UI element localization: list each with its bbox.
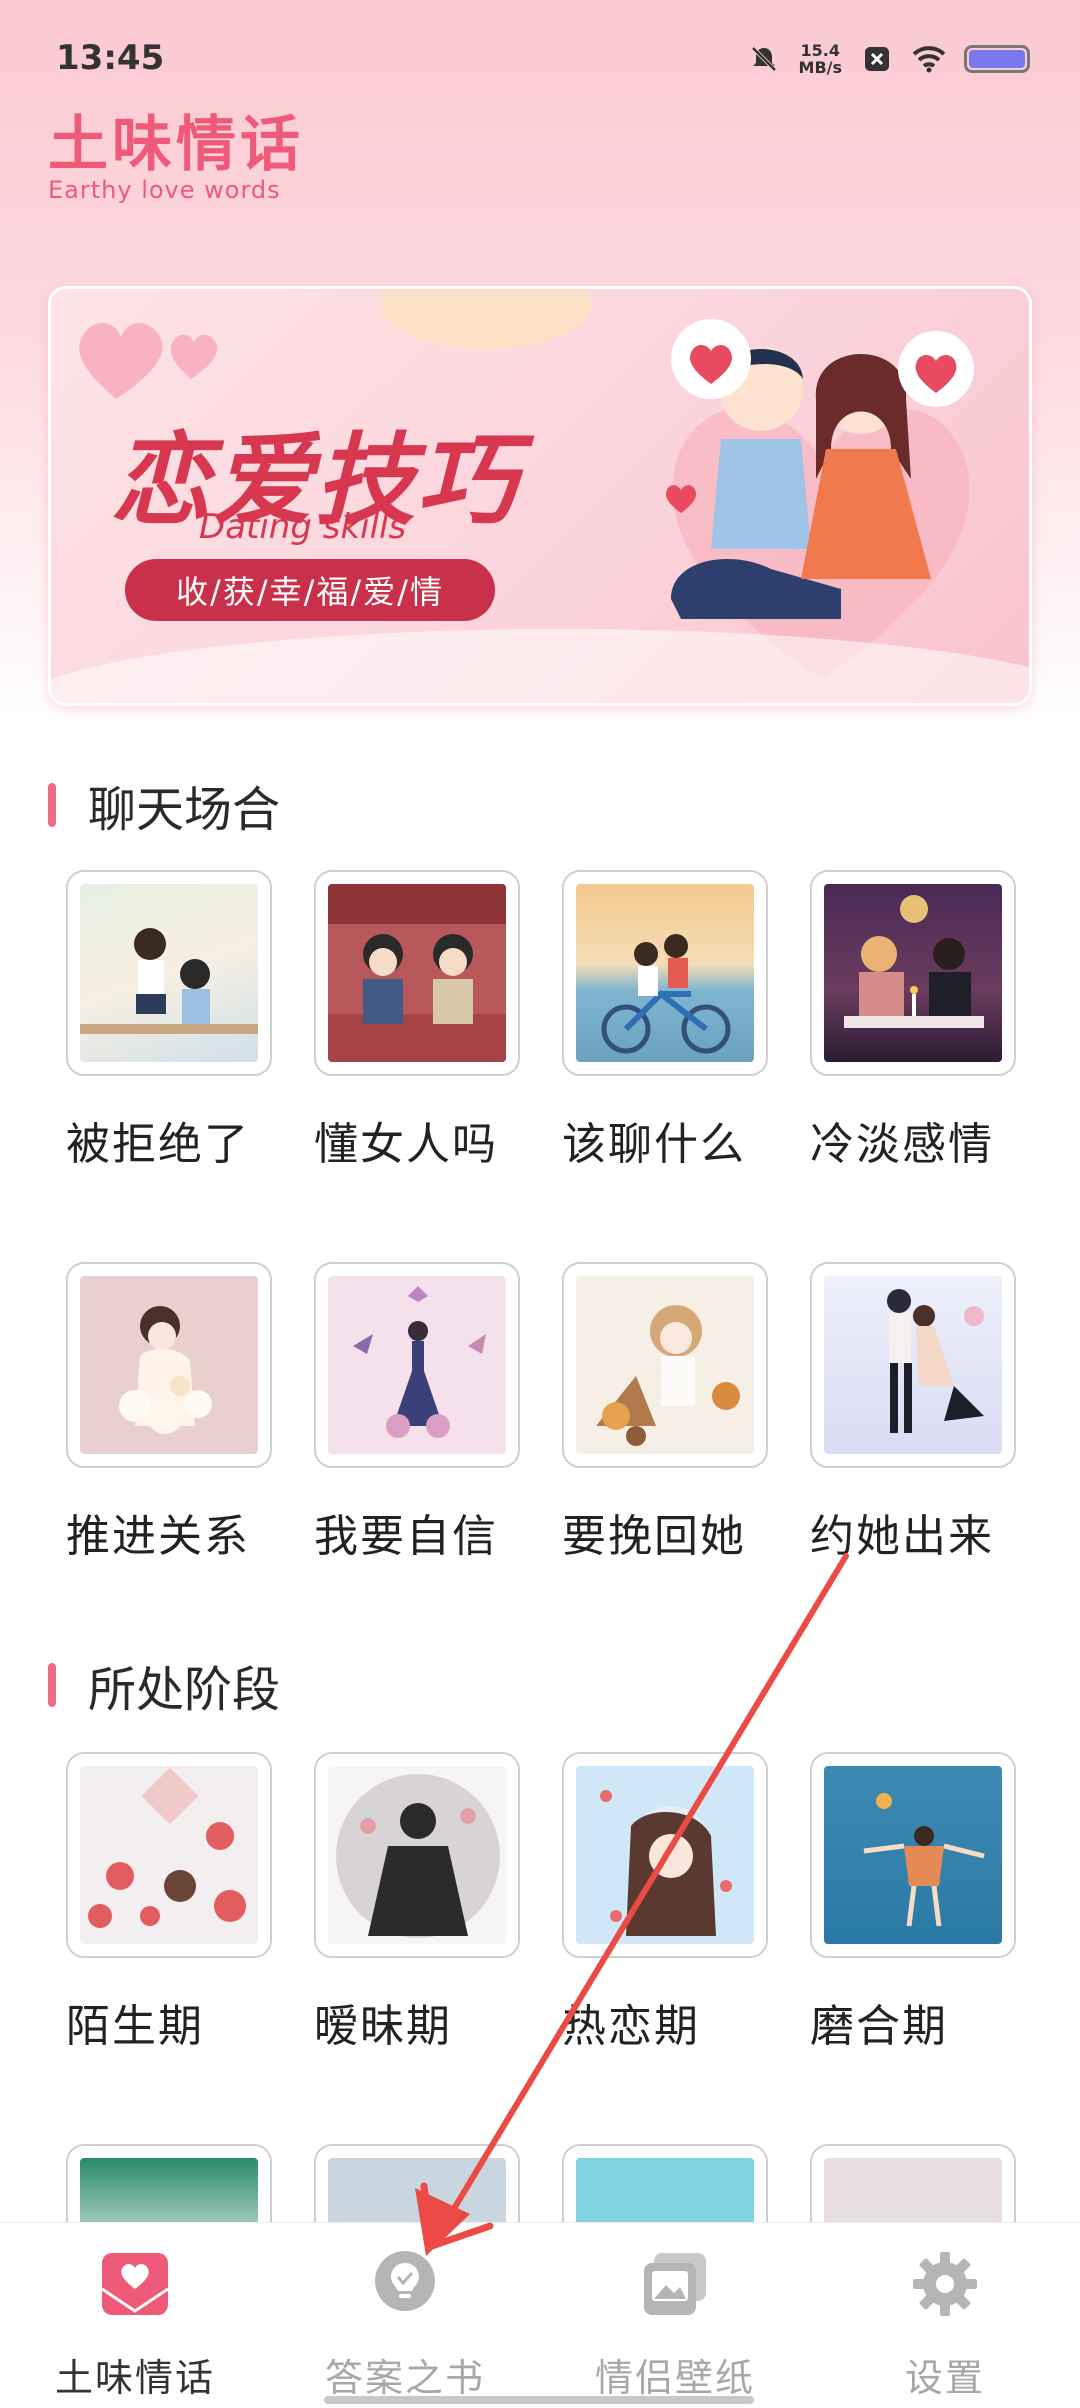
dress-girl-image bbox=[353, 1286, 486, 1438]
thumbnail-image bbox=[576, 1766, 754, 1944]
home-indicator[interactable] bbox=[324, 2396, 754, 2404]
thumbnail-image bbox=[80, 1766, 258, 1944]
promo-banner[interactable]: 恋爱技巧 Dating skills 收/获/幸/福/爱/情 bbox=[48, 286, 1032, 706]
thumbnail-image bbox=[80, 884, 258, 1062]
section-title-chat: 聊天场合 bbox=[48, 770, 280, 840]
flower-girl-image bbox=[119, 1306, 212, 1434]
status-bar: 13:45 15.4 MB/s bbox=[0, 0, 1080, 110]
battery-icon bbox=[964, 45, 1030, 73]
section-title-text: 所处阶段 bbox=[88, 1662, 281, 1718]
nav-item-love-words[interactable]: 土味情话 bbox=[0, 2223, 270, 2408]
thumbnail-frame bbox=[562, 1752, 768, 1958]
thumbnail-image bbox=[80, 1276, 258, 1454]
circle-girl-image bbox=[336, 1774, 500, 1938]
heart-envelope-icon bbox=[101, 2253, 169, 2315]
battery-level bbox=[969, 50, 1025, 68]
couple-classroom-image bbox=[80, 928, 258, 1034]
nav-label: 情侣壁纸 bbox=[594, 2356, 755, 2400]
wifi-icon bbox=[912, 42, 946, 76]
banner-subtitle: Dating skills bbox=[199, 507, 407, 547]
grid-item-confidence[interactable]: 我要自信 bbox=[314, 1262, 520, 1564]
item-label: 陌生期 bbox=[66, 2001, 204, 2052]
banner-sun-decoration bbox=[381, 289, 591, 349]
item-label: 我要自信 bbox=[314, 1511, 498, 1562]
bottom-nav: 土味情话 答案之书 情侣壁纸 设置 bbox=[0, 2222, 1080, 2408]
thumbnail-frame bbox=[66, 1752, 272, 1958]
heart-decoration-icon bbox=[79, 323, 218, 399]
grid-item-ambiguous-stage[interactable]: 暧昧期 bbox=[314, 1752, 520, 2054]
net-speed: 15.4 MB/s bbox=[799, 42, 842, 76]
item-label: 懂女人吗 bbox=[314, 1119, 498, 1170]
petal-girl-image bbox=[600, 1790, 732, 1936]
section-title-text: 聊天场合 bbox=[88, 782, 281, 838]
grid-item-what-to-chat[interactable]: 该聊什么 bbox=[562, 870, 768, 1172]
thumbnail-image bbox=[328, 884, 506, 1062]
thumbnail-frame bbox=[810, 870, 1016, 1076]
gallery-icon bbox=[644, 2253, 706, 2315]
item-label: 暧昧期 bbox=[314, 2001, 452, 2052]
autumn-girl-image bbox=[596, 1305, 740, 1446]
thumbnail-frame bbox=[562, 1262, 768, 1468]
item-label: 冷淡感情 bbox=[810, 1119, 994, 1170]
item-label: 要挽回她 bbox=[562, 1511, 746, 1562]
nav-item-settings[interactable]: 设置 bbox=[810, 2223, 1080, 2408]
grid-item-win-her-back[interactable]: 要挽回她 bbox=[562, 1262, 768, 1564]
thumbnail-frame bbox=[314, 1262, 520, 1468]
thumbnail-image bbox=[824, 1766, 1002, 1944]
grid-item-ask-her-out[interactable]: 约她出来 bbox=[810, 1262, 1016, 1564]
grid-item-stranger-stage[interactable]: 陌生期 bbox=[66, 1752, 272, 2054]
nav-item-couple-wallpaper[interactable]: 情侣壁纸 bbox=[540, 2223, 810, 2408]
thumbnail-image bbox=[824, 884, 1002, 1062]
poppy-girl-image bbox=[88, 1767, 246, 1928]
nav-label: 设置 bbox=[904, 2356, 985, 2400]
cinema-couple-image bbox=[328, 884, 506, 1062]
thumbnail-image bbox=[328, 1276, 506, 1454]
grid-item-cold-relationship[interactable]: 冷淡感情 bbox=[810, 870, 1016, 1172]
grid-item-understand-women[interactable]: 懂女人吗 bbox=[314, 870, 520, 1172]
close-box-icon bbox=[860, 42, 894, 76]
thumbnail-frame bbox=[810, 1262, 1016, 1468]
nav-label: 土味情话 bbox=[54, 2356, 215, 2400]
net-speed-unit: MB/s bbox=[798, 58, 842, 77]
item-label: 推进关系 bbox=[66, 1511, 250, 1562]
thumbnail-frame bbox=[562, 870, 768, 1076]
thumbnail-frame bbox=[314, 1752, 520, 1958]
grid-item-rejected[interactable]: 被拒绝了 bbox=[66, 870, 272, 1172]
candle-dinner-image bbox=[844, 895, 984, 1028]
thumbnail-image bbox=[328, 1766, 506, 1944]
thumbnail-frame bbox=[810, 1752, 1016, 1958]
thumbnail-frame bbox=[66, 870, 272, 1076]
item-label: 被拒绝了 bbox=[66, 1119, 250, 1170]
app-title: 土味情话 bbox=[48, 110, 304, 180]
thumbnail-image bbox=[576, 884, 754, 1062]
banner-slogan: 收/获/幸/福/爱/情 bbox=[125, 559, 495, 621]
small-heart-icon bbox=[665, 485, 697, 513]
thumbnail-frame bbox=[314, 870, 520, 1076]
hugging-couple-image bbox=[887, 1289, 984, 1433]
grid-item-adjustment-stage[interactable]: 磨合期 bbox=[810, 1752, 1016, 2054]
grid-item-advance-relationship[interactable]: 推进关系 bbox=[66, 1262, 272, 1564]
section-title-stage: 所处阶段 bbox=[48, 1650, 280, 1720]
floating-girl-image bbox=[863, 1793, 985, 1927]
status-time: 13:45 bbox=[56, 38, 165, 78]
section-accent-bar bbox=[48, 1663, 56, 1707]
thumbnail-image bbox=[576, 1276, 754, 1454]
status-icons: 15.4 MB/s bbox=[747, 42, 1030, 76]
lightbulb-icon bbox=[375, 2251, 435, 2311]
item-label: 磨合期 bbox=[810, 2001, 948, 2052]
bicycle-couple-image bbox=[601, 934, 731, 1054]
thumbnail-frame bbox=[66, 1262, 272, 1468]
item-label: 约她出来 bbox=[810, 1511, 994, 1562]
section-accent-bar bbox=[48, 783, 56, 827]
thumbnail-image bbox=[824, 1276, 1002, 1454]
nav-label: 答案之书 bbox=[324, 2356, 485, 2400]
item-label: 热恋期 bbox=[562, 2001, 700, 2052]
mute-bell-icon bbox=[747, 42, 781, 76]
item-label: 该聊什么 bbox=[562, 1119, 746, 1170]
nav-item-answer-book[interactable]: 答案之书 bbox=[270, 2223, 540, 2408]
gear-icon bbox=[913, 2252, 977, 2316]
grid-item-passionate-stage[interactable]: 热恋期 bbox=[562, 1752, 768, 2054]
net-speed-value: 15.4 bbox=[800, 41, 840, 60]
app-subtitle: Earthy love words bbox=[48, 176, 281, 204]
